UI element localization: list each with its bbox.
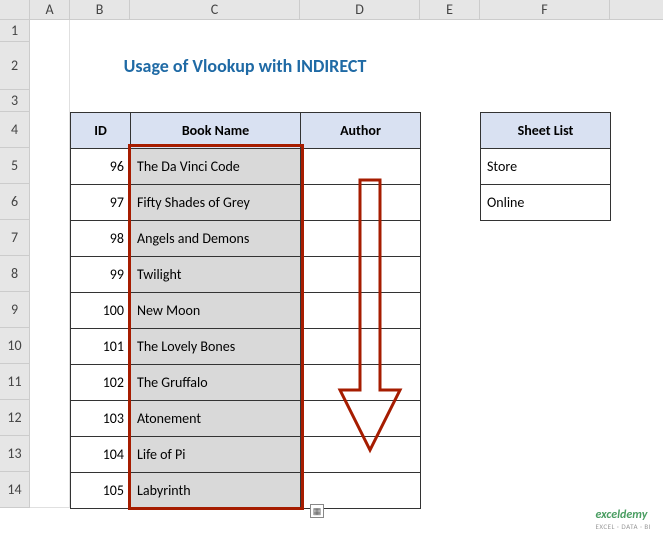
cell-id[interactable]: 102 xyxy=(71,365,131,401)
cell-id[interactable]: 103 xyxy=(71,401,131,437)
watermark-sub: EXCEL · DATA · BI xyxy=(595,522,651,531)
cell-id[interactable]: 97 xyxy=(71,185,131,221)
page-title: Usage of Vlookup with INDIRECT xyxy=(70,42,420,90)
table-row: 98 Angels and Demons xyxy=(71,221,421,257)
cell-author[interactable] xyxy=(301,257,421,293)
row-headers: 1 2 3 4 5 6 7 8 9 10 11 12 13 14 xyxy=(0,20,30,508)
cell-author[interactable] xyxy=(301,185,421,221)
row-header-10[interactable]: 10 xyxy=(0,328,30,364)
sheet-list-item[interactable]: Store xyxy=(481,149,611,185)
table-row: 97 Fifty Shades of Grey xyxy=(71,185,421,221)
cell-book[interactable]: Fifty Shades of Grey xyxy=(131,185,301,221)
table-row: 105 Labyrinth xyxy=(71,473,421,509)
row-header-11[interactable]: 11 xyxy=(0,364,30,400)
row-header-9[interactable]: 9 xyxy=(0,292,30,328)
table-row: 103 Atonement xyxy=(71,401,421,437)
row-header-5[interactable]: 5 xyxy=(0,148,30,184)
row-header-3[interactable]: 3 xyxy=(0,90,30,112)
header-id[interactable]: ID xyxy=(71,113,131,149)
table-row: 102 The Gruffalo xyxy=(71,365,421,401)
table-row: 99 Twilight xyxy=(71,257,421,293)
cell-author[interactable] xyxy=(301,365,421,401)
cell-id[interactable]: 104 xyxy=(71,437,131,473)
col-header-f[interactable]: F xyxy=(480,0,610,19)
cell-book[interactable]: The Da Vinci Code xyxy=(131,149,301,185)
cell-author[interactable] xyxy=(301,149,421,185)
col-header-c[interactable]: C xyxy=(130,0,300,19)
row-header-12[interactable]: 12 xyxy=(0,400,30,436)
table-row: 104 Life of Pi xyxy=(71,437,421,473)
cell-id[interactable]: 101 xyxy=(71,329,131,365)
table-row: 100 New Moon xyxy=(71,293,421,329)
main-table: ID Book Name Author 96 The Da Vinci Code… xyxy=(70,112,421,509)
row-header-14[interactable]: 14 xyxy=(0,472,30,508)
row-header-1[interactable]: 1 xyxy=(0,20,30,42)
sheet-list-header[interactable]: Sheet List xyxy=(481,113,611,149)
cell-id[interactable]: 98 xyxy=(71,221,131,257)
sheet-list-item[interactable]: Online xyxy=(481,185,611,221)
row-header-6[interactable]: 6 xyxy=(0,184,30,220)
cell-book[interactable]: Labyrinth xyxy=(131,473,301,509)
cell-author[interactable] xyxy=(301,329,421,365)
spreadsheet: A B C D E F 1 2 3 4 5 6 7 8 9 10 11 12 1… xyxy=(0,0,663,543)
table-row: 101 The Lovely Bones xyxy=(71,329,421,365)
col-header-e[interactable]: E xyxy=(420,0,480,19)
select-all-corner[interactable] xyxy=(0,0,30,19)
table-row: 96 The Da Vinci Code xyxy=(71,149,421,185)
autofill-options-icon[interactable]: ▦ xyxy=(310,504,324,518)
row-header-4[interactable]: 4 xyxy=(0,112,30,148)
col-header-b[interactable]: B xyxy=(70,0,130,19)
sheet-list-table: Sheet List Store Online xyxy=(480,112,611,221)
watermark-text: exceldemy xyxy=(595,508,647,522)
header-book[interactable]: Book Name xyxy=(131,113,301,149)
cell-book[interactable]: The Gruffalo xyxy=(131,365,301,401)
cell-id[interactable]: 105 xyxy=(71,473,131,509)
cell-book[interactable]: Twilight xyxy=(131,257,301,293)
cell-author[interactable] xyxy=(301,221,421,257)
cell-author[interactable] xyxy=(301,401,421,437)
cell-id[interactable]: 96 xyxy=(71,149,131,185)
row-header-13[interactable]: 13 xyxy=(0,436,30,472)
cell-book[interactable]: Atonement xyxy=(131,401,301,437)
row-header-8[interactable]: 8 xyxy=(0,256,30,292)
cell-book[interactable]: New Moon xyxy=(131,293,301,329)
col-header-a[interactable]: A xyxy=(30,0,70,19)
column-headers: A B C D E F xyxy=(0,0,663,20)
col-a-cells[interactable] xyxy=(30,20,70,508)
cell-author[interactable] xyxy=(301,437,421,473)
cell-author[interactable] xyxy=(301,293,421,329)
cell-book[interactable]: The Lovely Bones xyxy=(131,329,301,365)
cell-id[interactable]: 99 xyxy=(71,257,131,293)
cell-book[interactable]: Angels and Demons xyxy=(131,221,301,257)
cell-book[interactable]: Life of Pi xyxy=(131,437,301,473)
cell-id[interactable]: 100 xyxy=(71,293,131,329)
header-author[interactable]: Author xyxy=(301,113,421,149)
row-header-7[interactable]: 7 xyxy=(0,220,30,256)
grid-cells[interactable]: Usage of Vlookup with INDIRECT ID Book N… xyxy=(30,20,663,543)
row-header-2[interactable]: 2 xyxy=(0,42,30,90)
col-header-d[interactable]: D xyxy=(300,0,420,19)
watermark: exceldemy EXCEL · DATA · BI xyxy=(595,508,651,531)
